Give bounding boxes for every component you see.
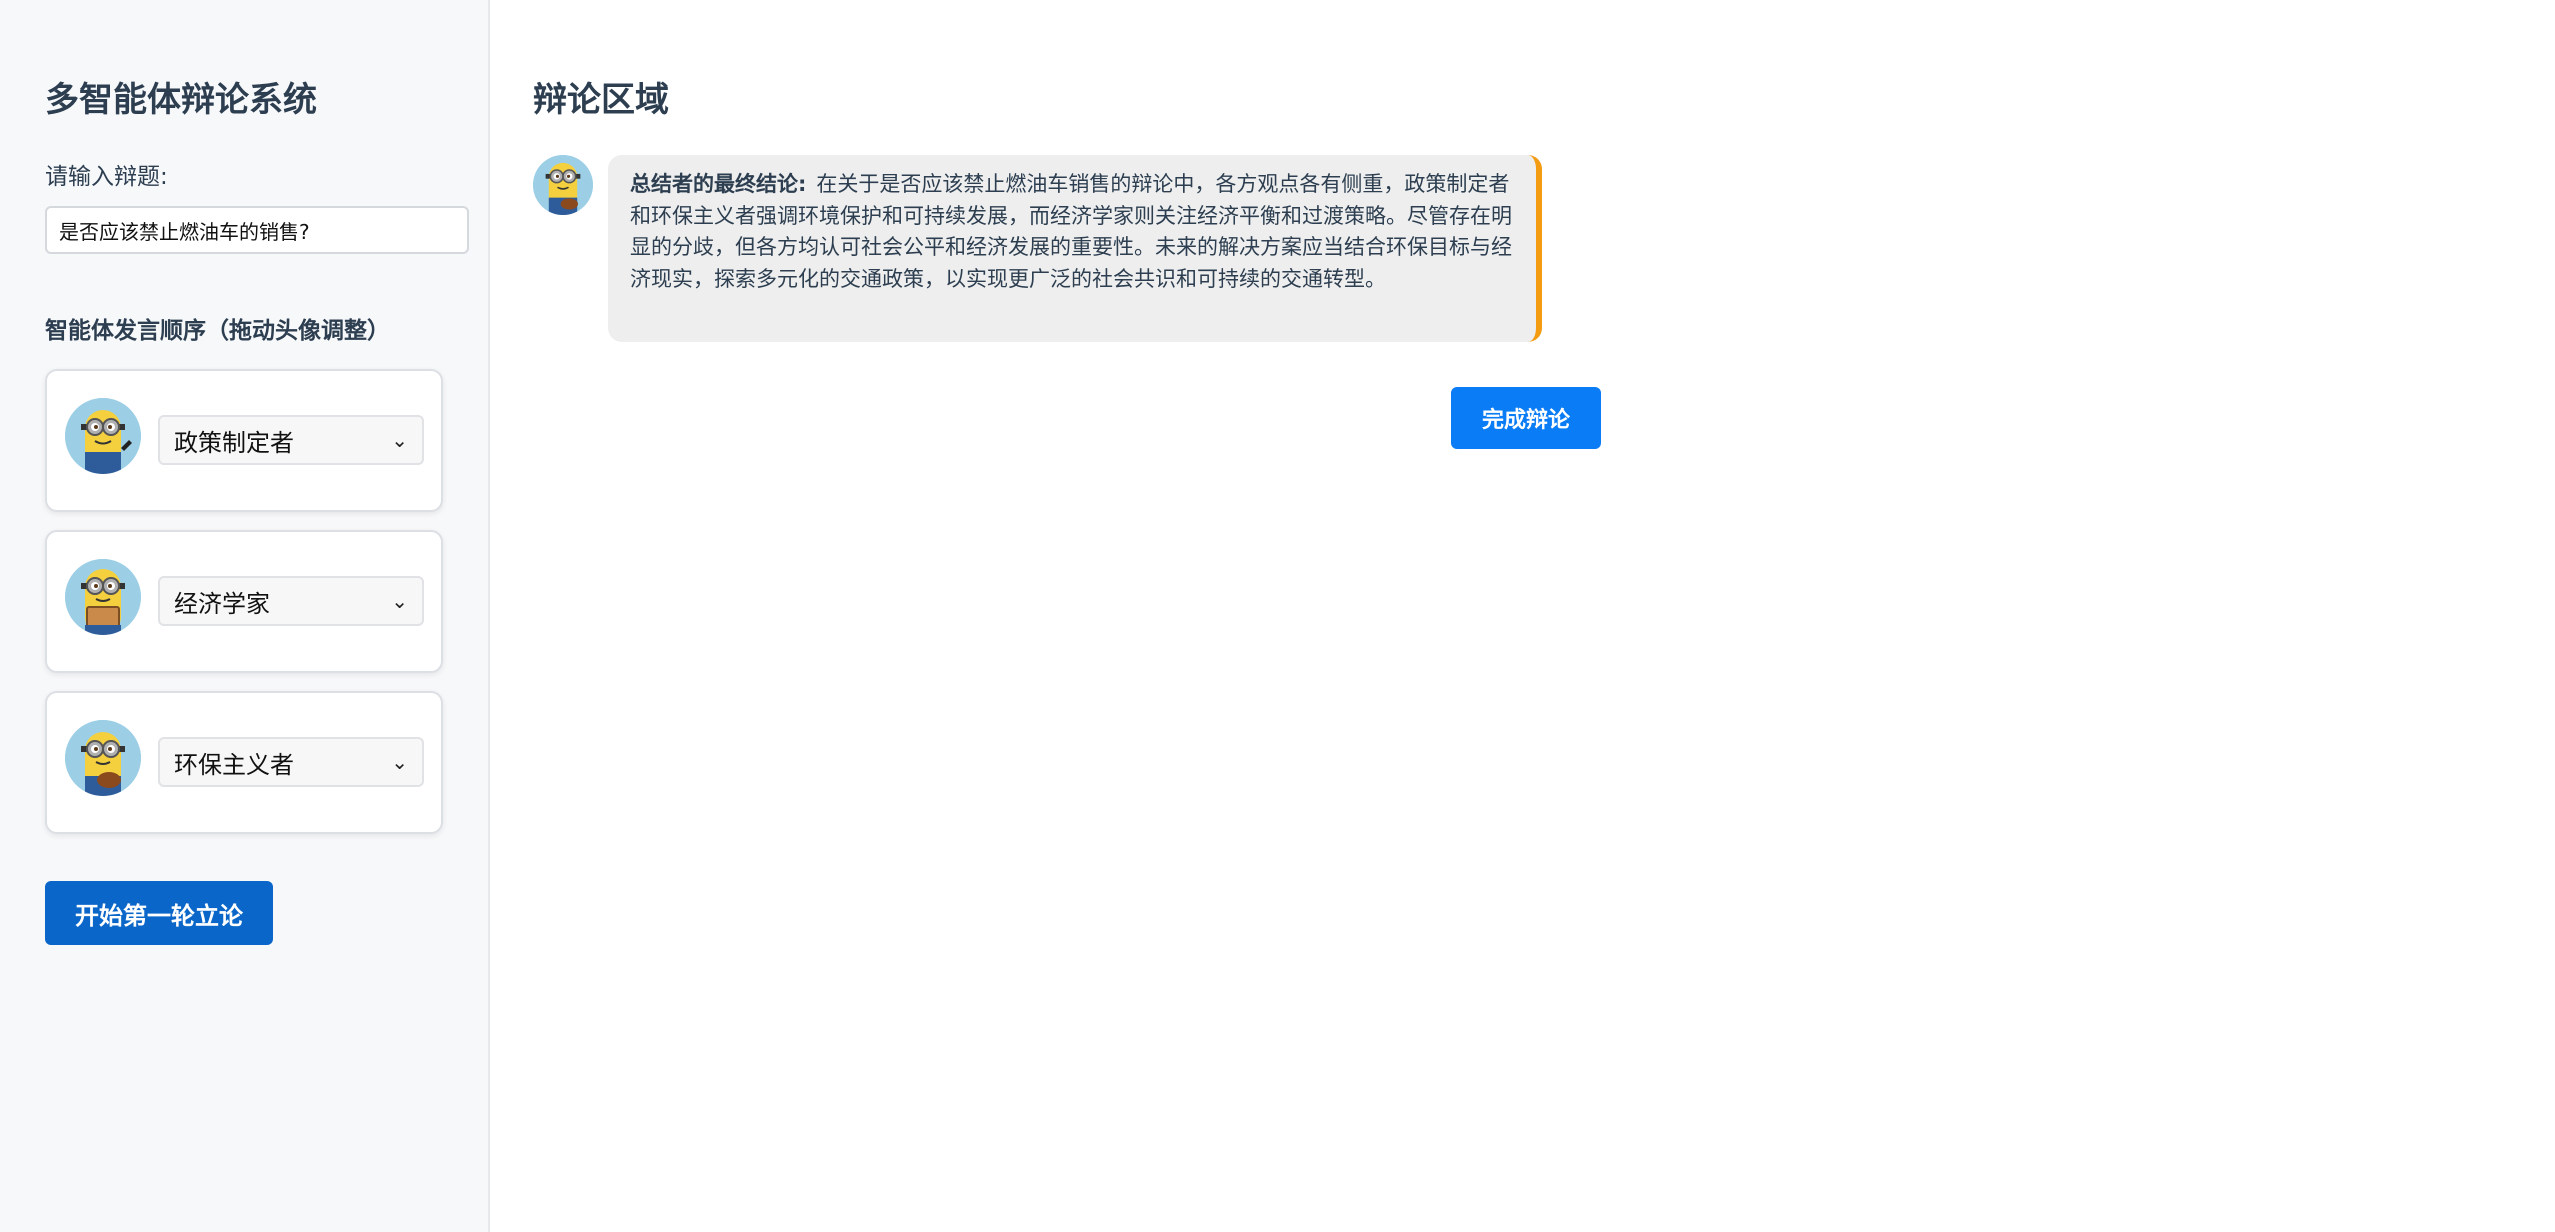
page-title: 辩论区域 — [533, 80, 669, 120]
topic-input[interactable] — [45, 206, 469, 254]
summary-message-bubble: 总结者的最终结论: 在关于是否应该禁止燃油车销售的辩论中，各方观点各有侧重，政策制… — [608, 155, 1542, 342]
role-select-value: 环保主义者 — [174, 750, 294, 779]
chevron-down-icon: ⌄ — [391, 589, 408, 613]
finish-debate-button[interactable]: 完成辩论 — [1451, 387, 1601, 449]
agent-card-environmentalist[interactable]: 环保主义者 ⌄ — [45, 691, 443, 834]
agent-card-economist[interactable]: 经济学家 ⌄ — [45, 530, 443, 673]
sidebar-title: 多智能体辩论系统 — [45, 80, 317, 120]
speaking-order-label: 智能体发言顺序（拖动头像调整） — [45, 318, 390, 344]
minion-avatar-icon[interactable] — [65, 398, 141, 474]
minion-avatar-icon — [533, 155, 593, 215]
role-select[interactable]: 政策制定者 ⌄ — [158, 415, 424, 465]
topic-label: 请输入辩题: — [45, 164, 168, 190]
role-select[interactable]: 经济学家 ⌄ — [158, 576, 424, 626]
role-select[interactable]: 环保主义者 ⌄ — [158, 737, 424, 787]
role-select-value: 经济学家 — [174, 589, 270, 618]
sidebar: 多智能体辩论系统 请输入辩题: 智能体发言顺序（拖动头像调整） — [0, 0, 490, 1232]
agent-card-policymaker[interactable]: 政策制定者 ⌄ — [45, 369, 443, 512]
app-root: 多智能体辩论系统 请输入辩题: 智能体发言顺序（拖动头像调整） — [0, 0, 2555, 1232]
start-first-round-button[interactable]: 开始第一轮立论 — [45, 881, 273, 945]
chevron-down-icon: ⌄ — [391, 750, 408, 774]
role-select-value: 政策制定者 — [174, 428, 294, 457]
debate-area: 辩论区域 总结者的最终结论: 在关于是否应该禁止燃油车销售的辩论中，各方观点各有侧… — [490, 0, 2555, 1232]
minion-avatar-icon[interactable] — [65, 720, 141, 796]
chevron-down-icon: ⌄ — [391, 428, 408, 452]
minion-avatar-icon[interactable] — [65, 559, 141, 635]
message-speaker: 总结者的最终结论: — [630, 172, 807, 196]
